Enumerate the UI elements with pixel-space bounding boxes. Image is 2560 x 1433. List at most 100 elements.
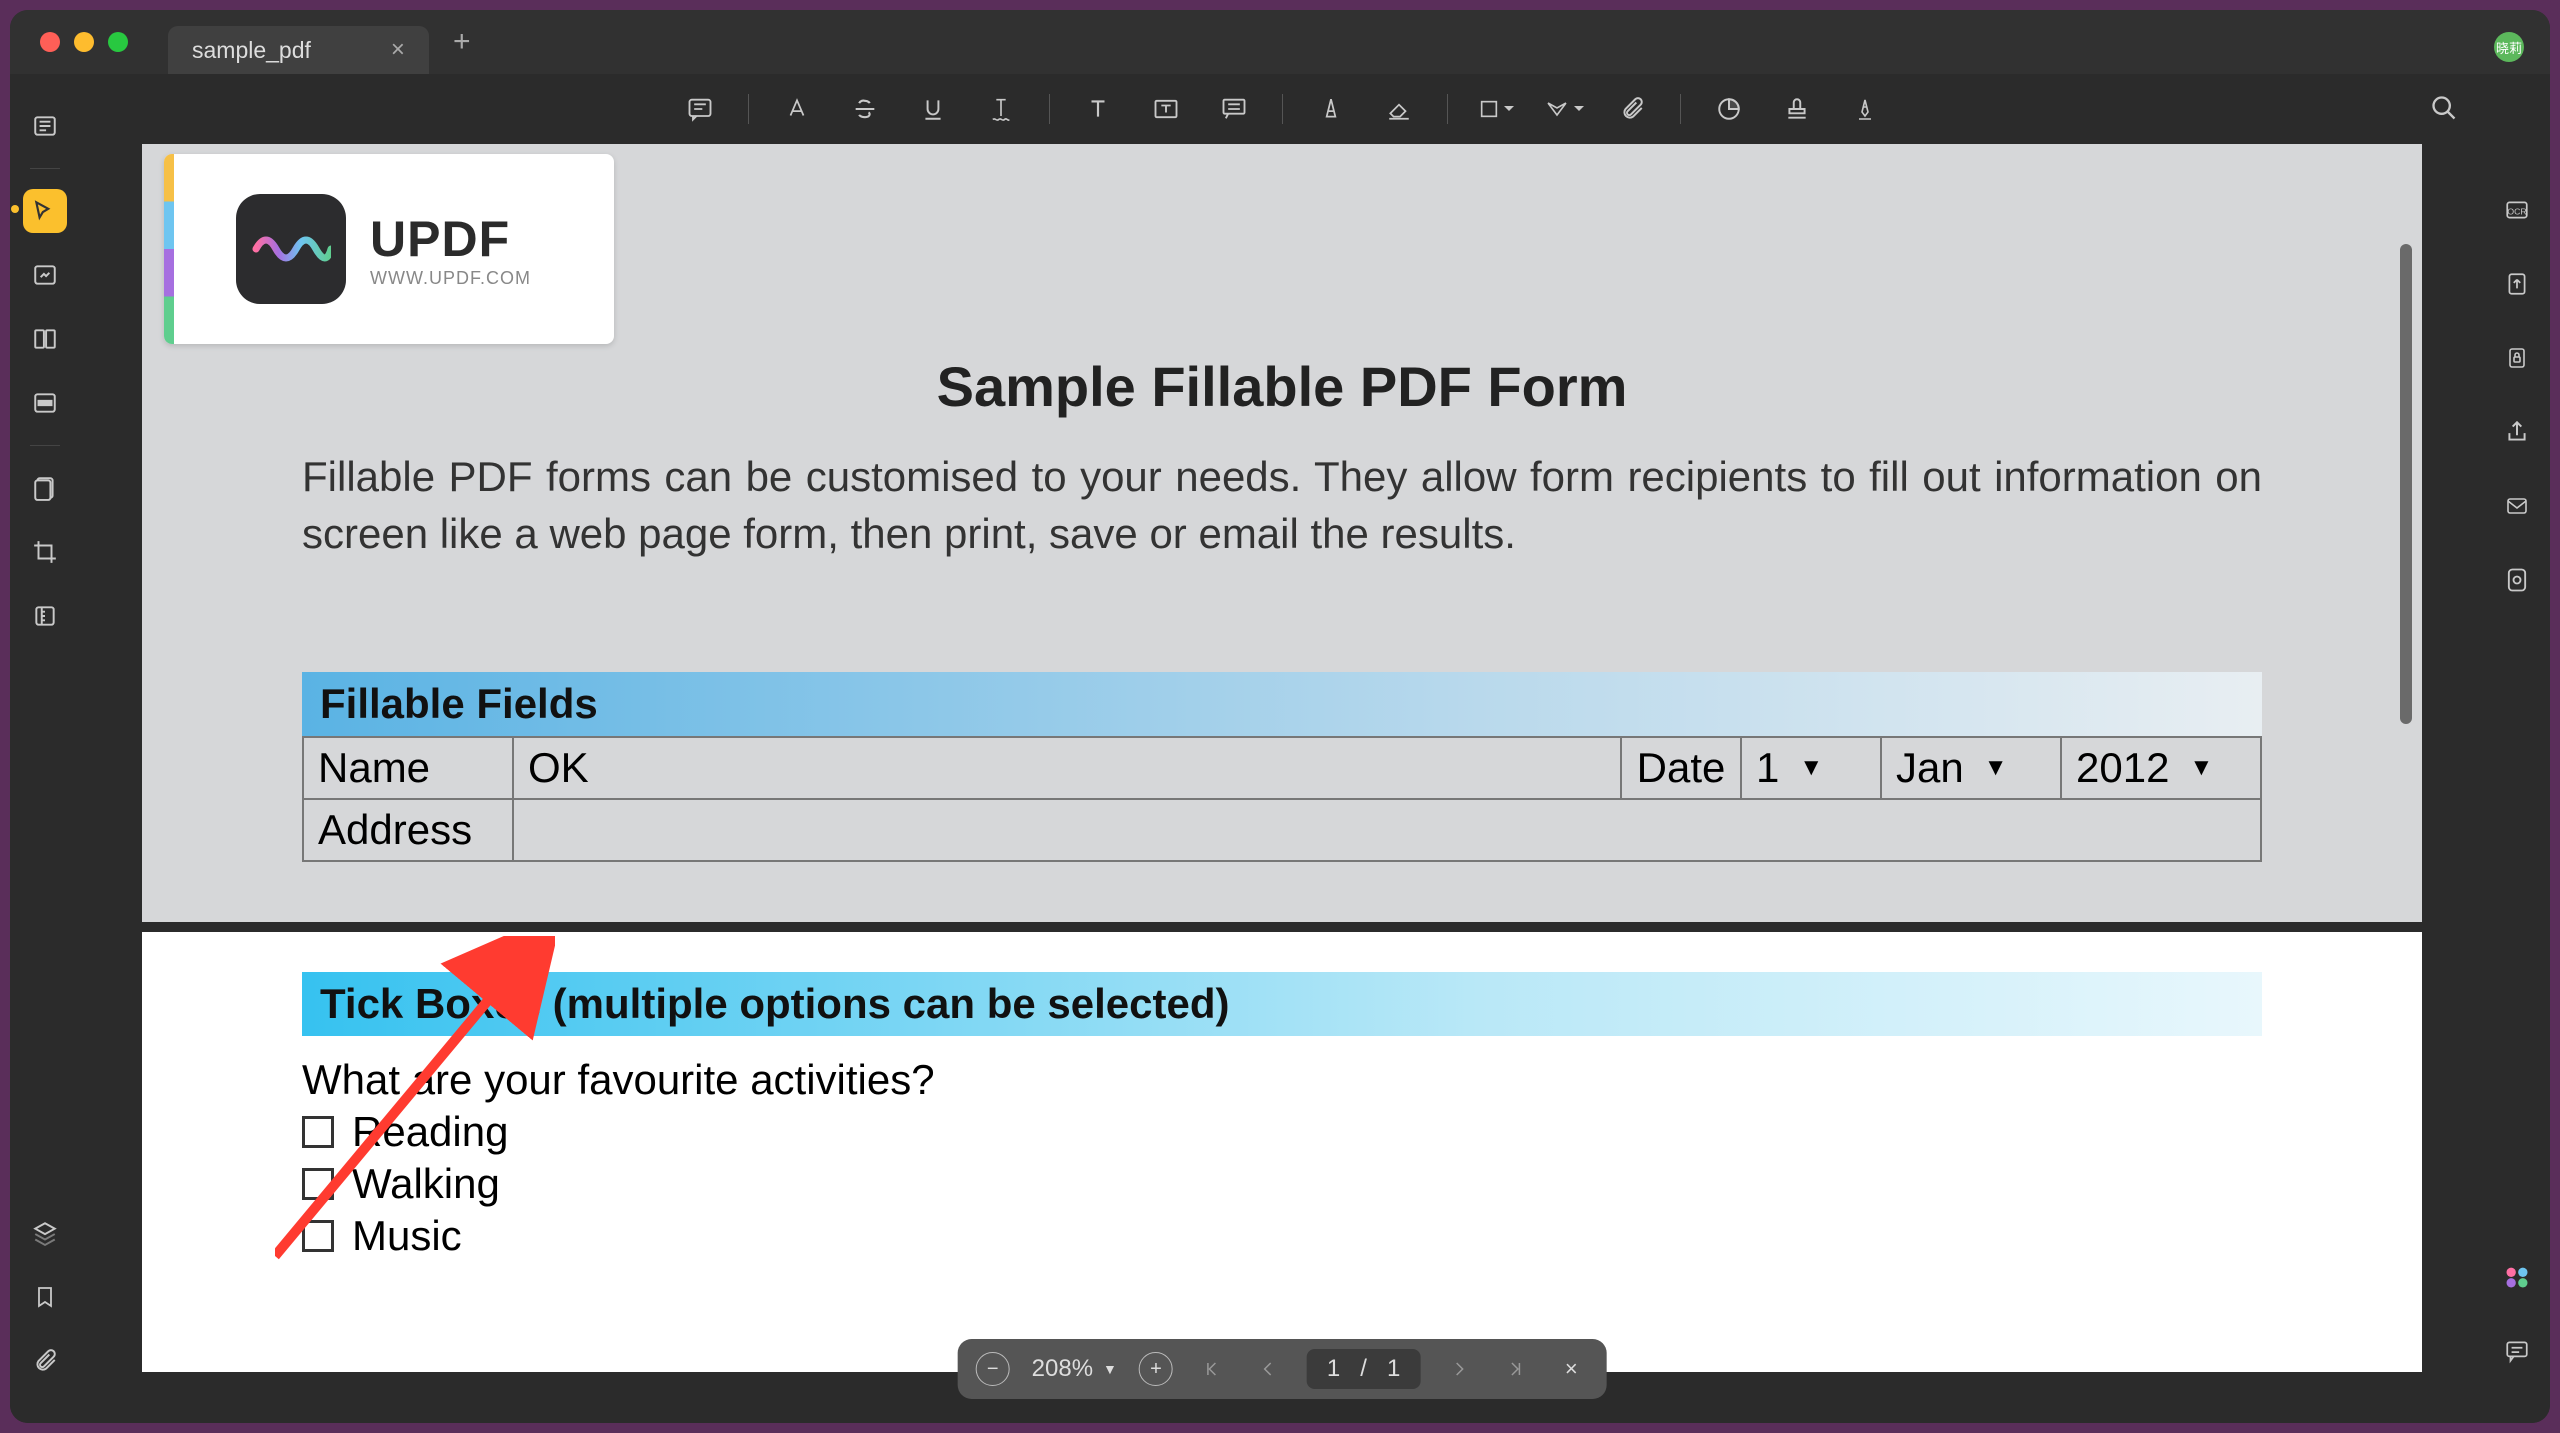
page-total: 1 <box>1387 1355 1400 1382</box>
tab-sample-pdf[interactable]: sample_pdf × <box>168 26 429 74</box>
zoom-in-button[interactable]: + <box>1139 1352 1173 1386</box>
fields-table: Name Date 1 ▼ <box>302 736 2262 862</box>
chevron-down-icon: ▼ <box>1799 754 1823 782</box>
new-tab-button[interactable]: + <box>453 25 471 59</box>
export-icon[interactable] <box>2495 262 2539 306</box>
close-bar-button[interactable]: × <box>1554 1352 1588 1386</box>
page-control-bar: − 208% ▼ + 1 / 1 <box>958 1339 1607 1399</box>
stamp-icon[interactable] <box>1777 89 1817 129</box>
attachment-icon[interactable] <box>23 1339 67 1383</box>
next-page-button[interactable] <box>1442 1352 1476 1386</box>
squiggly-icon[interactable] <box>981 89 1021 129</box>
page-indicator[interactable]: 1 / 1 <box>1307 1349 1420 1389</box>
fullscreen-window-button[interactable] <box>108 32 128 52</box>
pdf-page-1: UPDF WWW.UPDF.COM Sample Fillable PDF Fo… <box>142 144 2422 922</box>
intro-paragraph: Fillable PDF forms can be customised to … <box>302 449 2262 562</box>
right-sidebar: OCR <box>2484 74 2550 1423</box>
title-bar: sample_pdf × + 晓莉 <box>10 10 2550 74</box>
separator <box>1049 94 1050 124</box>
close-window-button[interactable] <box>40 32 60 52</box>
compress-icon[interactable] <box>23 594 67 638</box>
zoom-out-button[interactable]: − <box>976 1352 1010 1386</box>
protect-icon[interactable] <box>2495 336 2539 380</box>
pdf-page-1-lower: Tick Boxes (multiple options can be sele… <box>142 932 2422 1372</box>
first-page-button[interactable] <box>1195 1352 1229 1386</box>
scrollbar-thumb[interactable] <box>2400 244 2412 724</box>
center-column: UPDF WWW.UPDF.COM Sample Fillable PDF Fo… <box>80 74 2484 1423</box>
close-tab-icon[interactable]: × <box>391 36 405 64</box>
page-tools-icon[interactable] <box>23 466 67 510</box>
note-icon[interactable] <box>680 89 720 129</box>
share-icon[interactable] <box>2495 410 2539 454</box>
ocr-icon[interactable]: OCR <box>2495 188 2539 232</box>
ai-assistant-icon[interactable] <box>2495 1255 2539 1299</box>
checkbox-music-label: Music <box>352 1212 462 1260</box>
underline-icon[interactable] <box>913 89 953 129</box>
layers-icon[interactable] <box>23 1211 67 1255</box>
zoom-value: 208% <box>1032 1355 1093 1383</box>
comment-tool-icon[interactable] <box>23 189 67 233</box>
user-avatar[interactable]: 晓莉 <box>2494 32 2524 62</box>
text-icon[interactable] <box>1078 89 1118 129</box>
zoom-level[interactable]: 208% ▼ <box>1032 1355 1117 1383</box>
address-input[interactable] <box>528 806 2246 854</box>
shape-icon[interactable] <box>1476 89 1516 129</box>
prev-page-button[interactable] <box>1251 1352 1285 1386</box>
checkbox-reading-row: Reading <box>302 1108 2262 1156</box>
date-year-select[interactable]: 2012 ▼ <box>2076 744 2213 792</box>
email-icon[interactable] <box>2495 484 2539 528</box>
brand-logo-icon <box>236 194 346 304</box>
last-page-button[interactable] <box>1498 1352 1532 1386</box>
bookmark-icon[interactable] <box>23 1275 67 1319</box>
page-sep: / <box>1360 1355 1367 1382</box>
app-window: sample_pdf × + 晓莉 <box>10 10 2550 1423</box>
textbox-icon[interactable] <box>1146 89 1186 129</box>
organize-pages-icon[interactable] <box>23 317 67 361</box>
separator <box>30 445 60 446</box>
minimize-window-button[interactable] <box>74 32 94 52</box>
stamp-dropdown-icon[interactable] <box>1544 89 1584 129</box>
date-day-cell: 1 ▼ <box>1741 737 1881 799</box>
tick-question: What are your favourite activities? <box>302 1056 2262 1104</box>
pencil-icon[interactable] <box>1311 89 1351 129</box>
signature-icon[interactable] <box>1845 89 1885 129</box>
date-label: Date <box>1621 737 1741 799</box>
date-month-select[interactable]: Jan ▼ <box>1896 744 2007 792</box>
annotation-toolbar <box>80 74 2484 144</box>
name-input[interactable] <box>528 744 1606 792</box>
window-controls <box>40 32 128 52</box>
checkbox-reading[interactable] <box>302 1116 334 1148</box>
chevron-down-icon: ▼ <box>2189 754 2213 782</box>
crop-icon[interactable] <box>23 530 67 574</box>
document-title: Sample Fillable PDF Form <box>302 354 2262 419</box>
separator <box>1680 94 1681 124</box>
sticker-icon[interactable] <box>1709 89 1749 129</box>
edit-pdf-icon[interactable] <box>23 253 67 297</box>
highlight-icon[interactable] <box>777 89 817 129</box>
eraser-icon[interactable] <box>1379 89 1419 129</box>
reader-mode-icon[interactable] <box>23 104 67 148</box>
brand-name: UPDF <box>370 210 531 268</box>
brand-site: WWW.UPDF.COM <box>370 268 531 289</box>
section-fillable-fields: Fillable Fields <box>302 672 2262 736</box>
checkbox-walking[interactable] <box>302 1168 334 1200</box>
comments-panel-icon[interactable] <box>2495 1329 2539 1373</box>
strikethrough-icon[interactable] <box>845 89 885 129</box>
svg-text:OCR: OCR <box>2507 206 2526 216</box>
date-day-select[interactable]: 1 ▼ <box>1756 744 1823 792</box>
search-icon[interactable] <box>2424 88 2464 128</box>
redact-icon[interactable] <box>23 381 67 425</box>
checkbox-music[interactable] <box>302 1220 334 1252</box>
attach-file-icon[interactable] <box>1612 89 1652 129</box>
name-cell <box>513 737 1621 799</box>
date-year-cell: 2012 ▼ <box>2061 737 2261 799</box>
separator <box>1447 94 1448 124</box>
date-month-cell: Jan ▼ <box>1881 737 2061 799</box>
checkbox-walking-label: Walking <box>352 1160 500 1208</box>
print-icon[interactable] <box>2495 558 2539 602</box>
document-viewer[interactable]: UPDF WWW.UPDF.COM Sample Fillable PDF Fo… <box>80 144 2484 1423</box>
checkbox-music-row: Music <box>302 1212 2262 1260</box>
callout-icon[interactable] <box>1214 89 1254 129</box>
page-current: 1 <box>1327 1355 1340 1382</box>
section-tick-boxes: Tick Boxes (multiple options can be sele… <box>302 972 2262 1036</box>
